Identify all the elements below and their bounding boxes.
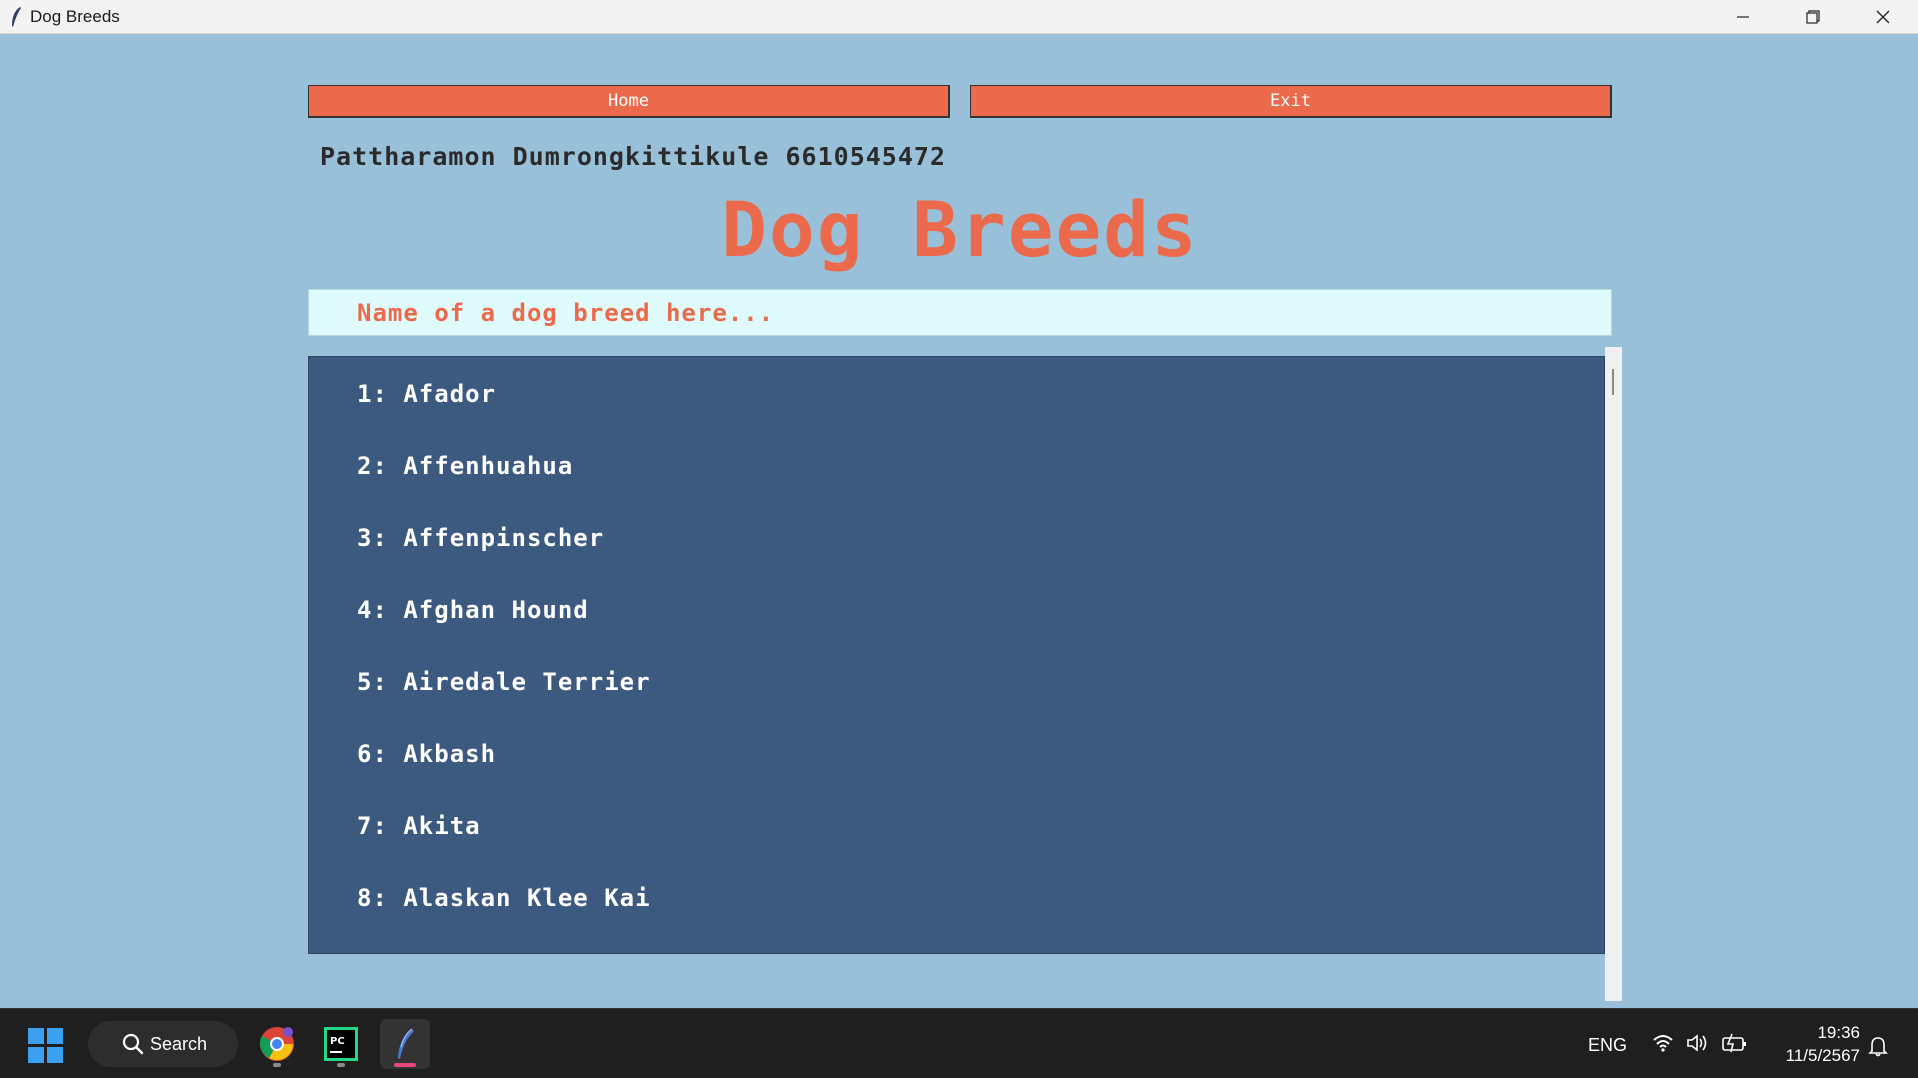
taskbar-search-label: Search bbox=[150, 1033, 208, 1054]
list-item[interactable]: 7: Akita bbox=[357, 812, 481, 840]
app-window: Home Exit Pattharamon Dumrongkittikule 6… bbox=[0, 35, 1918, 1008]
python-app-taskbar-button[interactable] bbox=[380, 1019, 430, 1069]
list-item[interactable]: 3: Affenpinscher bbox=[357, 524, 604, 552]
window-titlebar: Dog Breeds bbox=[0, 0, 1918, 34]
minimize-button[interactable] bbox=[1708, 0, 1778, 34]
list-item[interactable]: 6: Akbash bbox=[357, 740, 496, 768]
student-name-id: Pattharamon Dumrongkittikule 6610545472 bbox=[320, 142, 946, 171]
breed-search-input[interactable] bbox=[308, 289, 1612, 336]
chrome-taskbar-button[interactable] bbox=[252, 1019, 302, 1069]
start-button[interactable] bbox=[28, 1028, 64, 1064]
list-item[interactable]: 5: Airedale Terrier bbox=[357, 668, 651, 696]
restore-button[interactable] bbox=[1778, 0, 1848, 34]
search-icon bbox=[122, 1033, 144, 1055]
window-title: Dog Breeds bbox=[30, 6, 120, 26]
python-feather-icon bbox=[398, 1028, 414, 1059]
home-button[interactable]: Home bbox=[308, 85, 950, 118]
list-scrollbar[interactable] bbox=[1605, 347, 1622, 1001]
exit-button[interactable]: Exit bbox=[970, 85, 1612, 118]
windows-logo-icon bbox=[28, 1028, 44, 1044]
notification-bell-icon[interactable] bbox=[1868, 1035, 1888, 1057]
minimize-icon bbox=[1737, 16, 1749, 18]
close-button[interactable] bbox=[1848, 0, 1918, 34]
list-item[interactable]: 8: Alaskan Klee Kai bbox=[357, 884, 651, 912]
language-indicator[interactable]: ENG bbox=[1588, 1035, 1627, 1056]
window-controls bbox=[1708, 0, 1918, 34]
chrome-icon bbox=[260, 1027, 294, 1061]
page-title: Dog Breeds bbox=[721, 185, 1199, 274]
close-icon bbox=[1876, 10, 1890, 24]
scrollbar-thumb[interactable] bbox=[1612, 369, 1614, 395]
clock-time: 19:36 bbox=[1817, 1023, 1860, 1042]
list-item[interactable]: 1: Afador bbox=[357, 380, 496, 408]
svg-text:PC: PC bbox=[330, 1036, 345, 1047]
battery-icon[interactable] bbox=[1722, 1033, 1748, 1053]
wifi-icon[interactable] bbox=[1652, 1033, 1674, 1053]
list-item[interactable]: 2: Affenhuahua bbox=[357, 452, 573, 480]
pycharm-icon: PC bbox=[324, 1027, 358, 1061]
feather-app-icon bbox=[8, 6, 24, 28]
clock-date: 11/5/2567 bbox=[1785, 1046, 1860, 1065]
pycharm-taskbar-button[interactable]: PC bbox=[316, 1019, 366, 1069]
taskbar: Search PC ENG 19:36 11/5/2567 bbox=[0, 1008, 1918, 1078]
volume-icon[interactable] bbox=[1686, 1033, 1710, 1053]
taskbar-search[interactable]: Search bbox=[88, 1021, 238, 1067]
breed-listbox[interactable]: 1: Afador 2: Affenhuahua 3: Affenpinsche… bbox=[308, 356, 1605, 954]
restore-icon bbox=[1806, 10, 1820, 24]
list-item[interactable]: 4: Afghan Hound bbox=[357, 596, 589, 624]
system-clock[interactable]: 19:36 11/5/2567 bbox=[1770, 1021, 1860, 1067]
